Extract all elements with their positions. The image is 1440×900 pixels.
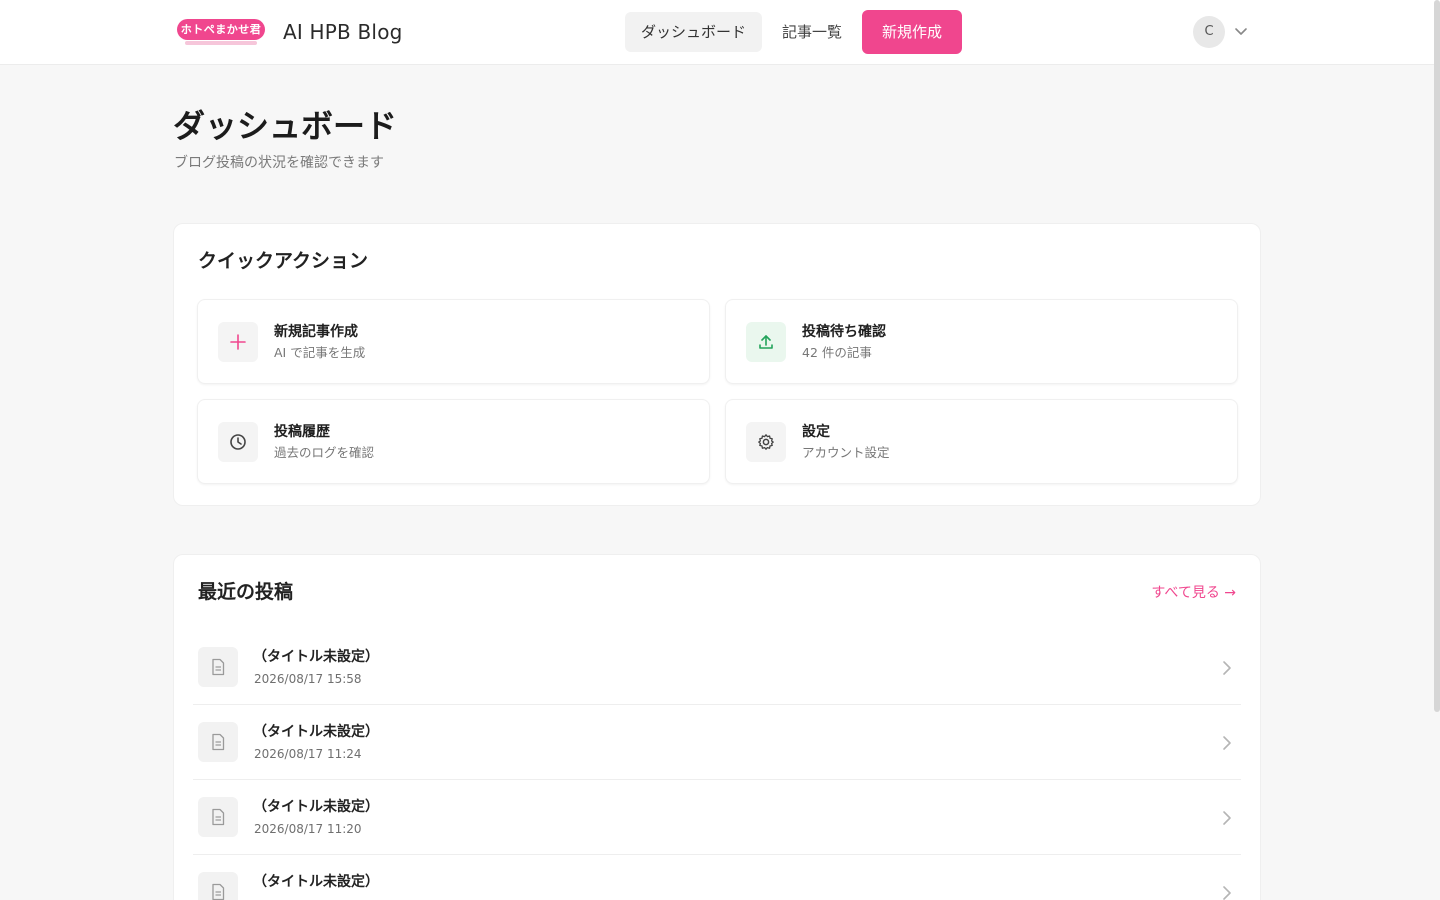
post-row[interactable]: （タイトル未設定） [193,855,1241,900]
document-icon [198,722,238,762]
upload-icon [746,322,786,362]
page-title: ダッシュボード [173,107,398,145]
quick-action-settings[interactable]: 設定 アカウント設定 [725,399,1238,484]
quick-action-history[interactable]: 投稿履歴 過去のログを確認 [197,399,710,484]
post-date: 2026/08/17 11:20 [254,822,362,836]
logo-underline [185,41,257,45]
see-all-link[interactable]: すべて見る → [1151,583,1236,603]
post-row[interactable]: （タイトル未設定） 2026/08/17 11:24 [193,705,1241,780]
page-scrollbar[interactable] [1434,0,1440,712]
quick-action-desc: AI で記事を生成 [274,345,366,360]
post-row[interactable]: （タイトル未設定） 2026/08/17 15:58 [193,630,1241,705]
recent-posts-card: 最近の投稿 すべて見る → （タイトル未設定） 2026/08/17 15:58… [173,554,1261,900]
app-title: AI HPB Blog [283,20,403,44]
chevron-right-icon [1223,811,1231,825]
post-title: （タイトル未設定） [253,874,379,890]
clock-icon [218,422,258,462]
gear-icon [746,422,786,462]
app-logo[interactable]: ホトペまかせ君 [175,16,267,48]
nav-dashboard-button[interactable]: ダッシュボード [625,12,762,52]
chevron-down-icon[interactable] [1233,25,1249,39]
post-title: （タイトル未設定） [253,724,379,740]
top-navigation-bar: ホトペまかせ君 AI HPB Blog ダッシュボード 記事一覧 新規作成 C [0,0,1440,65]
post-row[interactable]: （タイトル未設定） 2026/08/17 11:20 [193,780,1241,855]
new-post-button[interactable]: 新規作成 [862,10,962,54]
document-icon [198,647,238,687]
quick-action-desc: アカウント設定 [802,445,890,460]
post-title: （タイトル未設定） [253,799,379,815]
nav-articles-button[interactable]: 記事一覧 [766,12,858,52]
quick-action-title: 新規記事作成 [274,324,358,340]
document-icon [198,872,238,900]
post-date: 2026/08/17 11:24 [254,747,362,761]
chevron-right-icon [1223,661,1231,675]
post-date: 2026/08/17 15:58 [254,672,362,686]
quick-action-desc: 42 件の記事 [802,345,872,360]
logo-text: ホトペまかせ君 [177,19,265,40]
document-icon [198,797,238,837]
user-avatar[interactable]: C [1193,16,1225,48]
page-subtitle: ブログ投稿の状況を確認できます [174,155,384,171]
chevron-right-icon [1223,886,1231,900]
quick-action-title: 投稿履歴 [274,424,330,440]
quick-actions-title: クイックアクション [198,250,369,272]
quick-action-title: 投稿待ち確認 [802,324,886,340]
quick-action-desc: 過去のログを確認 [274,445,375,460]
recent-posts-title: 最近の投稿 [198,581,294,603]
quick-action-title: 設定 [802,424,830,440]
quick-action-new-article[interactable]: 新規記事作成 AI で記事を生成 [197,299,710,384]
post-title: （タイトル未設定） [253,649,379,665]
chevron-right-icon [1223,736,1231,750]
quick-action-pending[interactable]: 投稿待ち確認 42 件の記事 [725,299,1238,384]
plus-icon [218,322,258,362]
quick-actions-card: クイックアクション 新規記事作成 AI で記事を生成 投稿待ち確認 42 件の記… [173,223,1261,506]
